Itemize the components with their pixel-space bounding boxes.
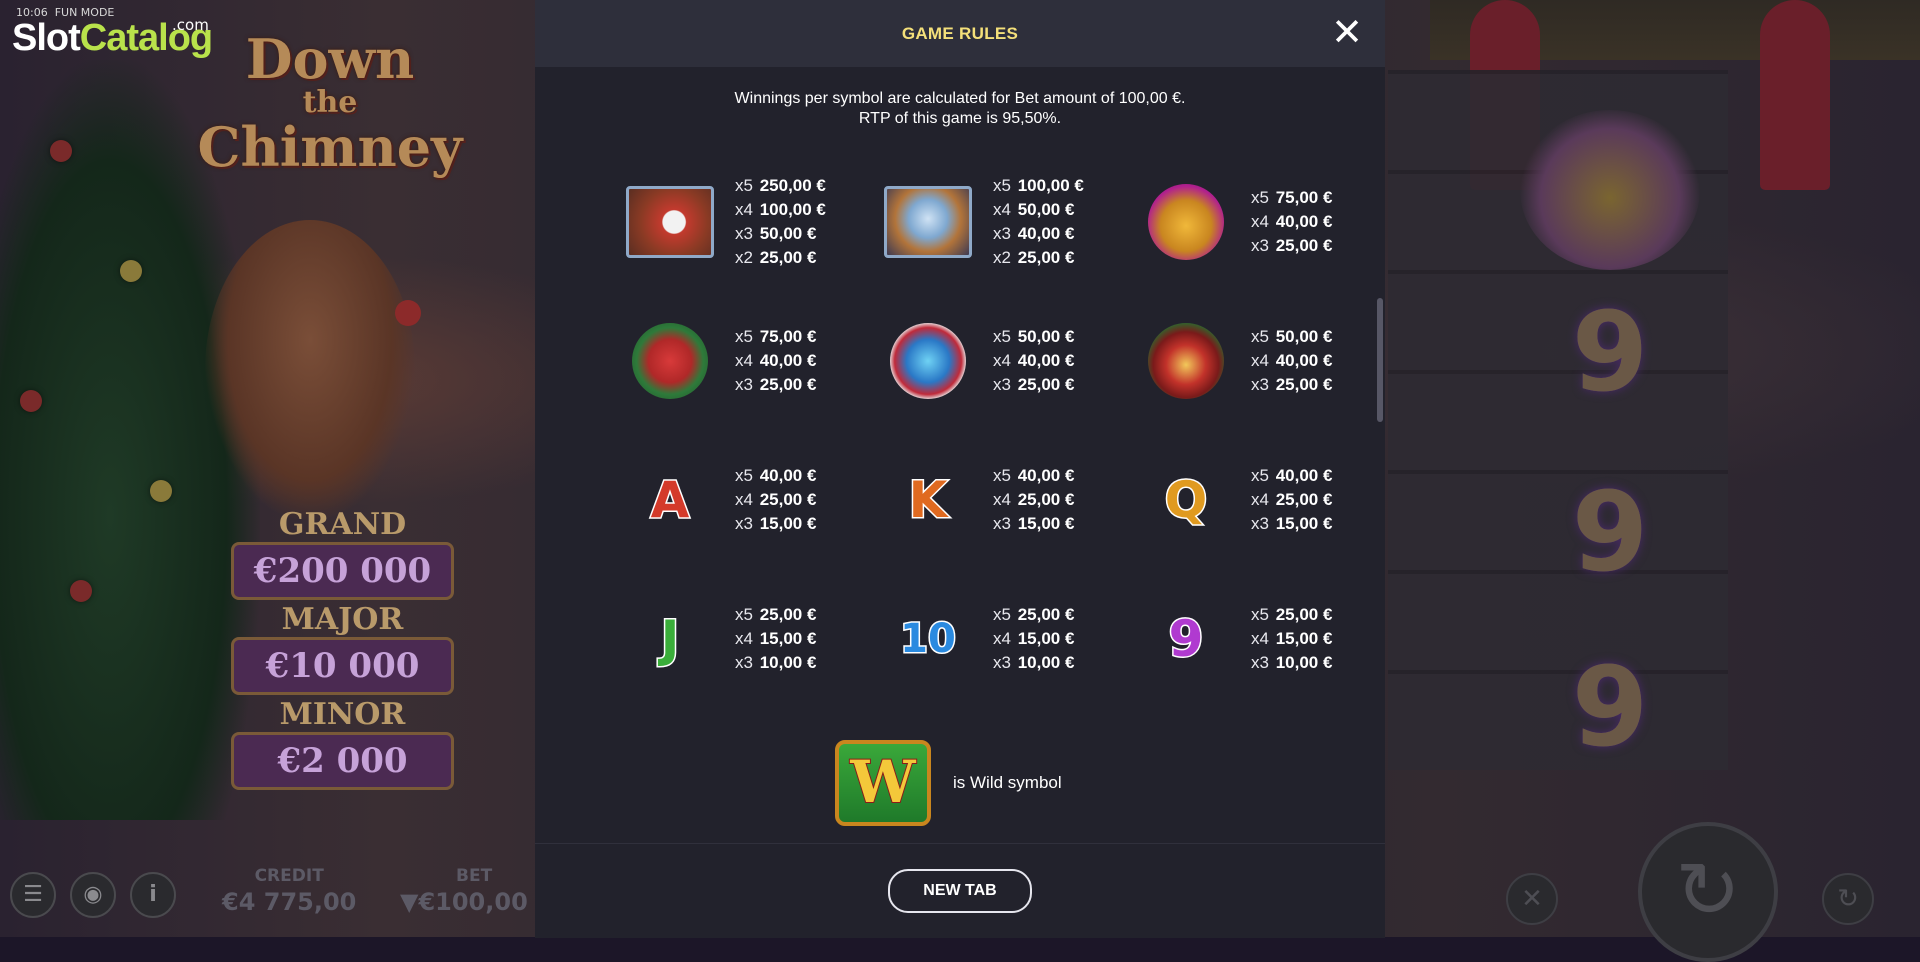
symbol-payouts: x5 75,00 € x4 40,00 € x3 25,00 € <box>735 327 817 394</box>
reel-symbol-nine: 9 <box>1571 643 1649 771</box>
jackpot-value: €2 000 <box>231 732 454 790</box>
credit-display: CREDIT €4 775,00 <box>222 866 356 916</box>
paytable-grid: x5 250,00 € x4 100,00 € x3 50,00 € x2 25… <box>585 167 1365 723</box>
paytable-cell: A x5 40,00 € x4 25,00 € x3 15,00 € <box>585 445 843 555</box>
reel-symbol-nine: 9 <box>1571 288 1649 416</box>
bottom-left-controls: ☰ ◉ i <box>10 872 176 918</box>
rules-intro: Winnings per symbol are calculated for B… <box>535 89 1385 129</box>
symbol-payouts: x5 25,00 € x4 15,00 € x3 10,00 € <box>735 605 817 672</box>
symbol-payouts: x5 75,00 € x4 40,00 € x3 25,00 € <box>1251 188 1333 255</box>
paytable-cell: 9 x5 25,00 € x4 15,00 € x3 10,00 € <box>1101 584 1359 694</box>
bet-label: BET <box>456 866 493 886</box>
modal-header: GAME RULES ✕ <box>535 0 1385 67</box>
new-tab-button[interactable]: NEW TAB <box>888 869 1032 913</box>
snow-globe-symbol <box>883 177 973 267</box>
jackpot-label: MAJOR <box>281 602 404 637</box>
menu-icon[interactable]: ☰ <box>10 872 56 918</box>
paytable-cell: x5 75,00 € x4 40,00 € x3 25,00 € <box>1101 167 1359 277</box>
stocking-symbol <box>625 316 715 406</box>
jackpot-value: €200 000 <box>231 542 454 600</box>
intro-line: Winnings per symbol are calculated for B… <box>734 90 1186 107</box>
paytable-cell: Q x5 40,00 € x4 25,00 € x3 15,00 € <box>1101 445 1359 555</box>
bell-decoration <box>1520 110 1700 270</box>
queen-symbol: Q <box>1163 470 1209 531</box>
paytable-cell: K x5 40,00 € x4 25,00 € x3 15,00 € <box>843 445 1101 555</box>
ribbon-decoration <box>1760 0 1830 190</box>
paytable-cell: x5 50,00 € x4 40,00 € x3 25,00 € <box>1101 306 1359 416</box>
sound-icon[interactable]: ◉ <box>70 872 116 918</box>
credit-label: CREDIT <box>254 866 324 886</box>
symbol-payouts: x5 40,00 € x4 25,00 € x3 15,00 € <box>735 466 817 533</box>
king-symbol: K <box>907 470 949 531</box>
nine-symbol: 9 <box>1167 609 1205 670</box>
jackpot-value: €10 000 <box>231 637 454 695</box>
candle-symbol <box>1141 316 1231 406</box>
autoplay-icon[interactable]: ↻ <box>1822 873 1874 925</box>
credit-value: €4 775,00 <box>222 888 357 916</box>
bet-display[interactable]: BET ▼€100,00 <box>400 866 528 916</box>
game-title-line: Down <box>245 27 415 91</box>
modal-scrollbar[interactable] <box>1377 298 1383 422</box>
symbol-payouts: x5 25,00 € x4 15,00 € x3 10,00 € <box>993 605 1075 672</box>
ornament-symbol <box>883 316 973 406</box>
bell-symbol <box>1141 177 1231 267</box>
symbol-payouts: x5 250,00 € x4 100,00 € x3 50,00 € x2 25… <box>735 176 826 267</box>
paytable-row: A x5 40,00 € x4 25,00 € x3 15,00 € K x5 … <box>585 445 1365 584</box>
ace-symbol: A <box>649 470 691 531</box>
paytable-cell: x5 50,00 € x4 40,00 € x3 25,00 € <box>843 306 1101 416</box>
jackpot-label: GRAND <box>278 507 407 542</box>
paytable-cell: J x5 25,00 € x4 15,00 € x3 10,00 € <box>585 584 843 694</box>
paytable-cell: x5 100,00 € x4 50,00 € x3 40,00 € x2 25,… <box>843 167 1101 277</box>
reindeer-nose <box>395 300 421 326</box>
reel-symbol-nine: 9 <box>1571 468 1649 596</box>
symbol-payouts: x5 25,00 € x4 15,00 € x3 10,00 € <box>1251 605 1333 672</box>
ten-symbol: 10 <box>899 615 958 664</box>
symbol-payouts: x5 50,00 € x4 40,00 € x3 25,00 € <box>1251 327 1333 394</box>
jack-symbol: J <box>659 609 681 670</box>
symbol-payouts: x5 40,00 € x4 25,00 € x3 15,00 € <box>1251 466 1333 533</box>
paytable-row: x5 75,00 € x4 40,00 € x3 25,00 € x5 50,0… <box>585 306 1365 445</box>
paytable-row: J x5 25,00 € x4 15,00 € x3 10,00 € 10 x5… <box>585 584 1365 723</box>
symbol-payouts: x5 50,00 € x4 40,00 € x3 25,00 € <box>993 327 1075 394</box>
paytable-cell: 10 x5 25,00 € x4 15,00 € x3 10,00 € <box>843 584 1101 694</box>
paytable-cell: x5 250,00 € x4 100,00 € x3 50,00 € x2 25… <box>585 167 843 277</box>
game-title-line: Chimney <box>197 115 463 179</box>
logo-suffix: .com <box>172 16 209 34</box>
turbo-icon[interactable]: ✕ <box>1506 873 1558 925</box>
wild-description: is Wild symbol <box>953 773 1062 792</box>
game-rules-modal: GAME RULES ✕ Winnings per symbol are cal… <box>535 0 1385 938</box>
jackpot-label: MINOR <box>279 697 406 732</box>
symbol-payouts: x5 100,00 € x4 50,00 € x3 40,00 € x2 25,… <box>993 176 1084 267</box>
santa-symbol <box>625 177 715 267</box>
intro-line: RTP of this game is 95,50%. <box>858 110 1062 127</box>
game-title-line: the <box>302 85 358 120</box>
logo-word-1: Slot <box>12 17 81 59</box>
spin-icon[interactable]: ↻ <box>1638 822 1778 962</box>
site-logo: 10:06 FUN MODE SlotCatalog .com <box>12 6 213 59</box>
bet-value[interactable]: ▼€100,00 <box>400 888 528 916</box>
close-icon[interactable]: ✕ <box>1329 13 1365 51</box>
wild-symbol-row: W is Wild symbol <box>835 740 1062 826</box>
symbol-payouts: x5 40,00 € x4 25,00 € x3 15,00 € <box>993 466 1075 533</box>
info-icon[interactable]: i <box>130 872 176 918</box>
paytable-row: x5 250,00 € x4 100,00 € x3 50,00 € x2 25… <box>585 167 1365 306</box>
game-title: Down the Chimney <box>180 30 480 176</box>
modal-title: GAME RULES <box>901 24 1019 43</box>
paytable-cell: x5 75,00 € x4 40,00 € x3 25,00 € <box>585 306 843 416</box>
modal-footer: NEW TAB <box>535 843 1385 938</box>
wild-symbol: W <box>835 740 931 826</box>
reindeer-character <box>205 220 415 520</box>
jackpot-panel: GRAND €200 000 MAJOR €10 000 MINOR €2 00… <box>225 505 460 790</box>
